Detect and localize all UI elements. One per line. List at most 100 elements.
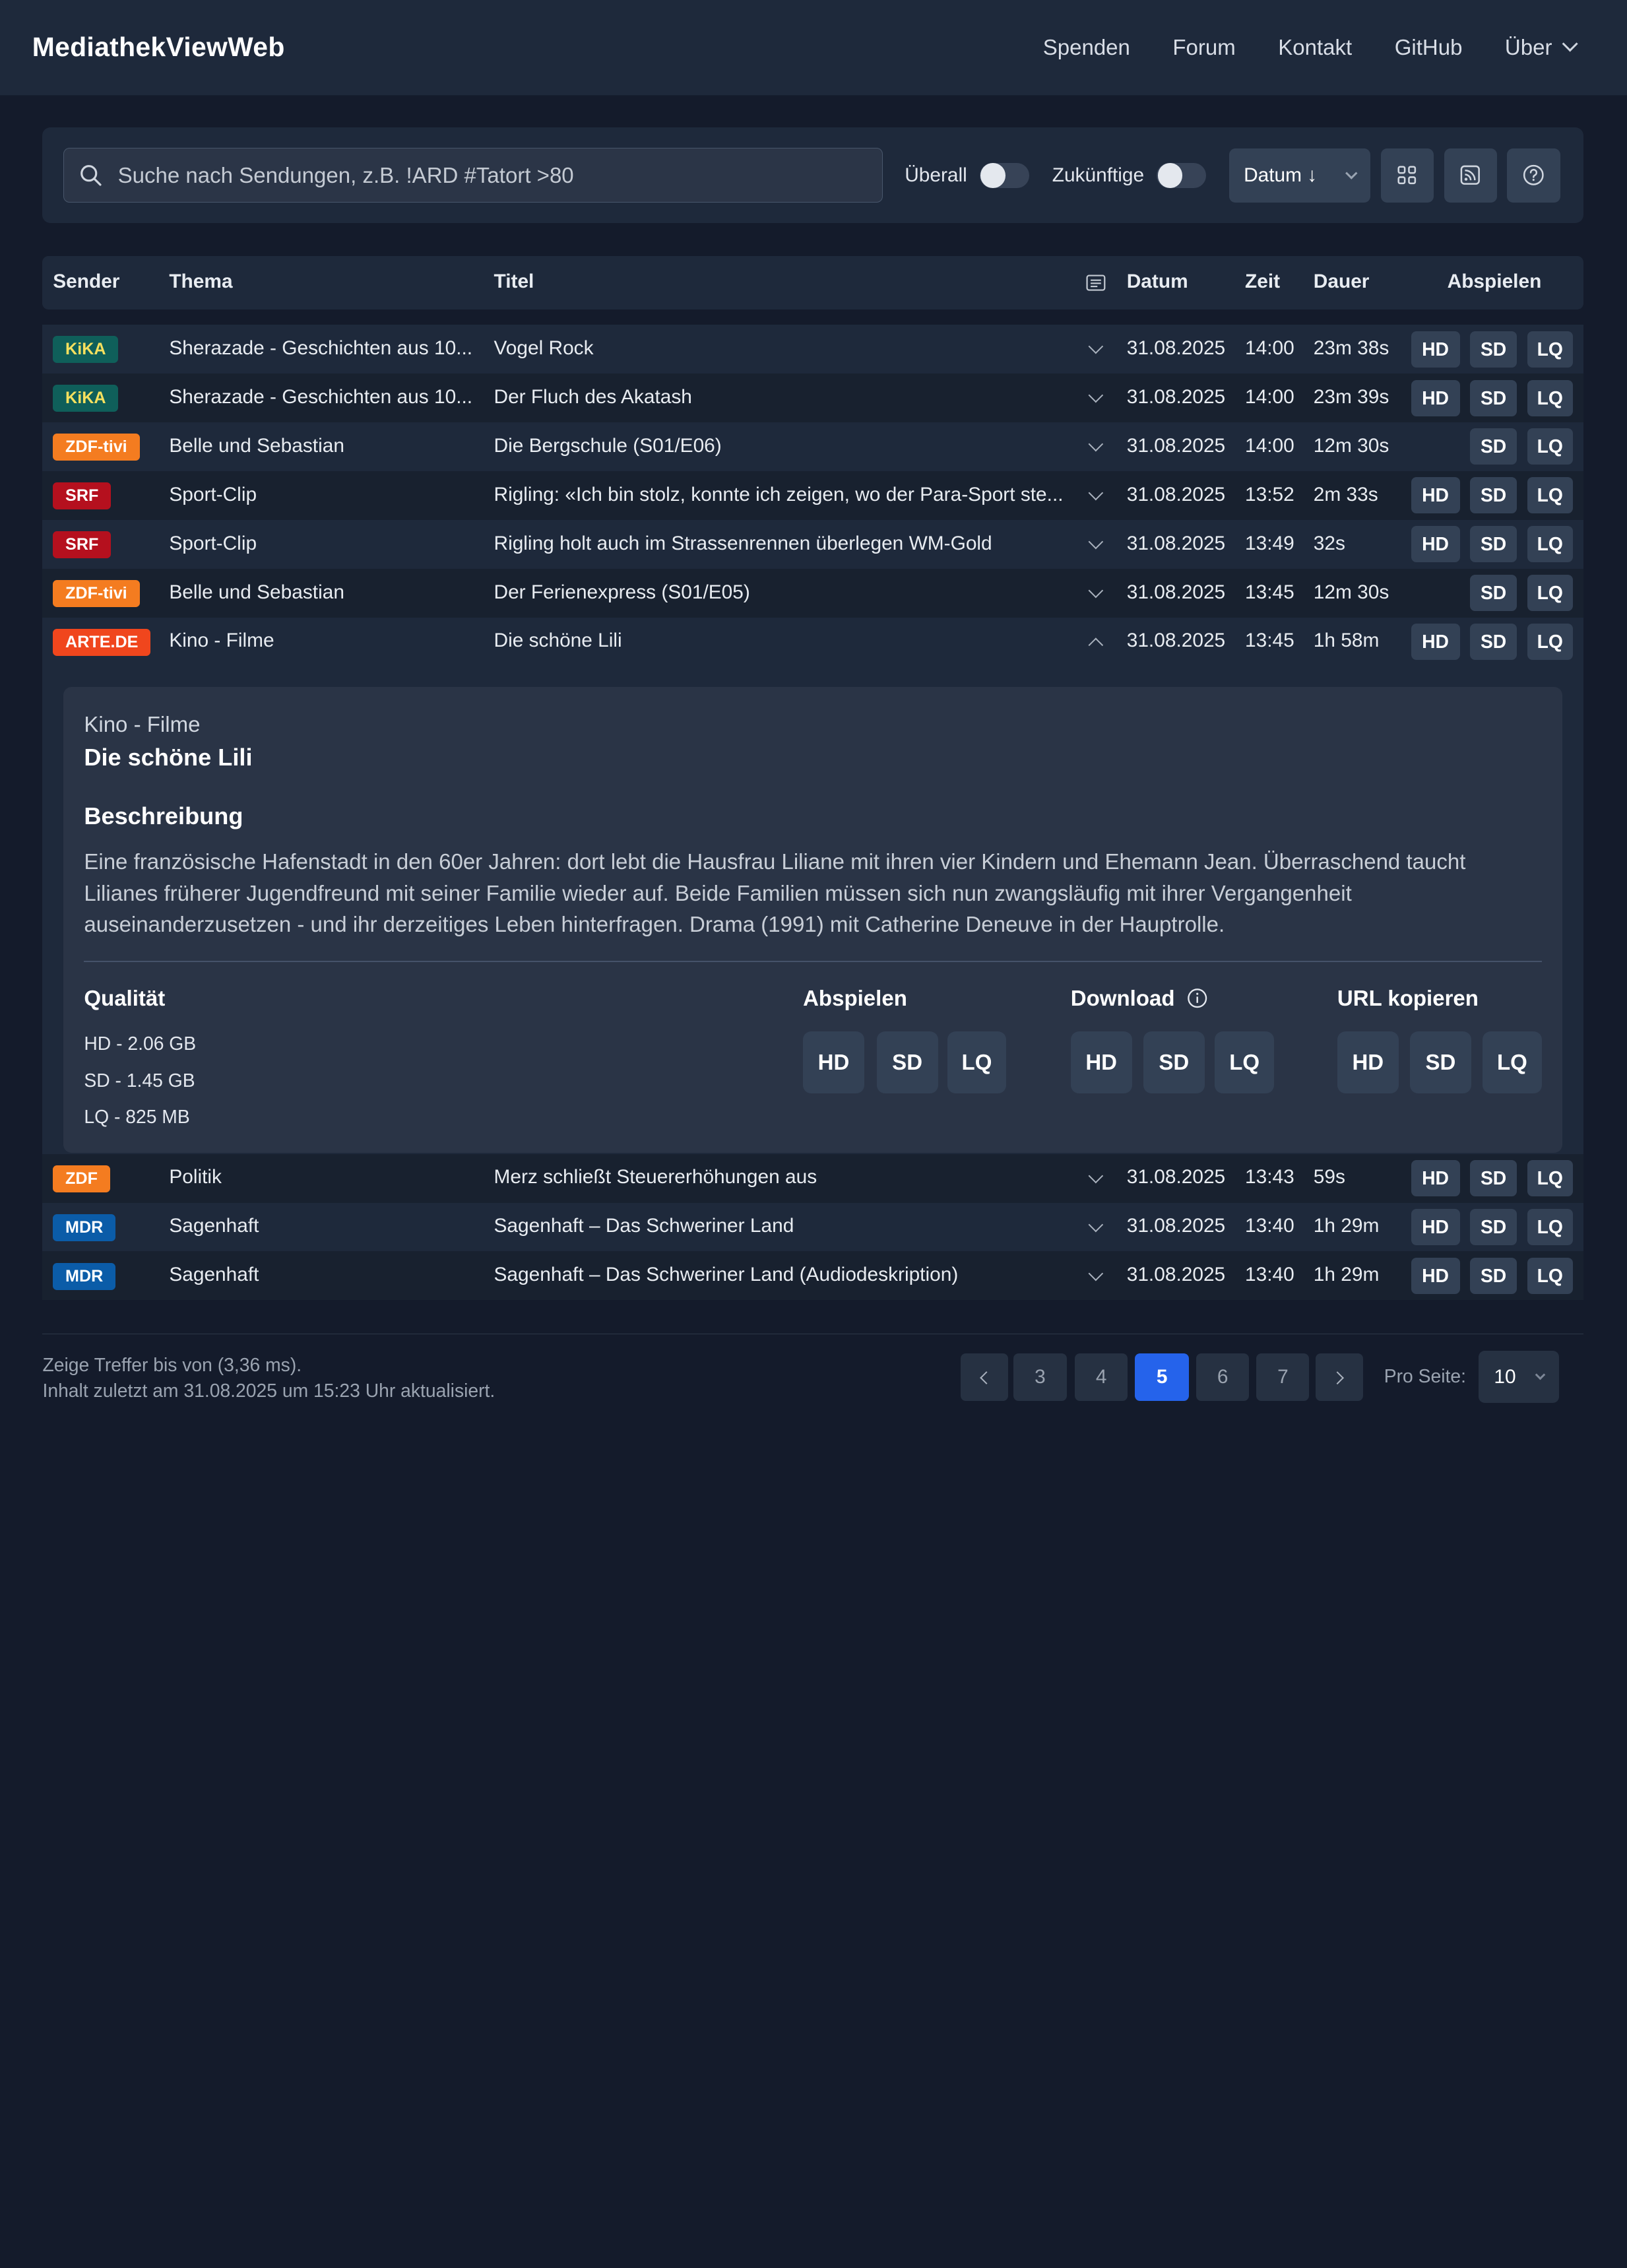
play-sd-button[interactable]: SD <box>1470 624 1517 661</box>
play-sd-button[interactable]: SD <box>1470 428 1517 465</box>
col-header-datum[interactable]: Datum <box>1127 271 1188 293</box>
info-icon[interactable] <box>1187 988 1207 1008</box>
table-row[interactable]: ARTE.DE Kino - Filme Die schöne Lili 31.08.… <box>42 617 1583 666</box>
pagination-page-6[interactable]: 6 <box>1196 1353 1250 1401</box>
table-row[interactable]: SRF Sport-Clip Rigling holt auch im Strass… <box>42 519 1583 569</box>
pagination-page-3[interactable]: 3 <box>1013 1353 1067 1401</box>
col-header-dauer[interactable]: Dauer <box>1314 271 1370 293</box>
nav-link-github[interactable]: GitHub <box>1395 35 1463 60</box>
play-hd-button[interactable]: HD <box>1411 624 1460 661</box>
play-hd-button[interactable]: HD <box>1411 331 1460 368</box>
col-header-sender[interactable]: Sender <box>53 271 119 293</box>
play-sd-button[interactable]: SD <box>1470 379 1517 416</box>
chevron-down-icon[interactable] <box>1088 1217 1103 1232</box>
download-sd-button[interactable]: SD <box>1143 1031 1205 1094</box>
copy-lq-button[interactable]: LQ <box>1483 1031 1542 1094</box>
play-hd-button[interactable]: HD <box>1411 1257 1460 1294</box>
chevron-down-icon[interactable] <box>1088 534 1103 549</box>
play-lq-button[interactable]: LQ <box>1527 1257 1573 1294</box>
play-lq-button[interactable]: LQ <box>1527 526 1573 563</box>
sort-dropdown[interactable]: Datum ↓ <box>1229 148 1370 203</box>
col-header-thema[interactable]: Thema <box>169 271 232 293</box>
cell-titel[interactable]: Der Fluch des Akatash <box>494 386 692 408</box>
play-sd-button[interactable]: SD <box>1470 526 1517 563</box>
table-row[interactable]: ZDF Politik Merz schließt Steuererhöhungen… <box>42 1153 1583 1203</box>
play-hd-button[interactable]: HD <box>1411 1208 1460 1245</box>
table-row[interactable]: MDR Sagenhaft Sagenhaft – Das Schweriner L… <box>42 1202 1583 1252</box>
download-hd-button[interactable]: HD <box>1070 1031 1132 1094</box>
copy-hd-button[interactable]: HD <box>1337 1031 1399 1094</box>
chevron-down-icon[interactable] <box>1088 436 1103 452</box>
table-row[interactable]: KiKA Sherazade - Geschichten aus 10... Der… <box>42 373 1583 422</box>
cell-titel[interactable]: Merz schließt Steuererhöhungen aus <box>494 1166 817 1188</box>
toggle-everywhere-switch[interactable] <box>979 162 1030 188</box>
nav-dropdown-ueber[interactable]: Über <box>1505 35 1579 60</box>
play-lq-button[interactable]: LQ <box>1527 575 1573 612</box>
play-sd-button[interactable]: SD <box>876 1031 938 1094</box>
play-hd-button[interactable]: HD <box>1411 477 1460 514</box>
cell-titel[interactable]: Vogel Rock <box>494 337 594 360</box>
play-sd-button[interactable]: SD <box>1470 1160 1517 1197</box>
cell-titel[interactable]: Sagenhaft – Das Schweriner Land (Audiode… <box>494 1264 959 1286</box>
chevron-up-icon[interactable] <box>1088 637 1103 653</box>
play-sd-button[interactable]: SD <box>1470 477 1517 514</box>
cell-titel[interactable]: Die schöne Lili <box>494 630 622 652</box>
rss-feed-button[interactable] <box>1444 148 1497 203</box>
play-lq-button[interactable]: LQ <box>1527 624 1573 661</box>
per-page-select[interactable]: 10 <box>1478 1351 1560 1404</box>
chevron-down-icon[interactable] <box>1088 583 1103 598</box>
cell-titel[interactable]: Rigling: «Ich bin stolz, konnte ich zeig… <box>494 484 1064 506</box>
play-sd-button[interactable]: SD <box>1470 1257 1517 1294</box>
play-lq-button[interactable]: LQ <box>1527 428 1573 465</box>
search-input[interactable] <box>117 162 868 188</box>
pagination-page-7[interactable]: 7 <box>1256 1353 1310 1401</box>
chevron-down-icon[interactable] <box>1088 387 1103 403</box>
play-lq-button[interactable]: LQ <box>1527 477 1573 514</box>
chevron-down-icon[interactable] <box>1088 485 1103 501</box>
play-lq-button[interactable]: LQ <box>1527 379 1573 416</box>
play-lq-button[interactable]: LQ <box>947 1031 1007 1094</box>
col-header-zeit[interactable]: Zeit <box>1245 271 1280 293</box>
help-icon <box>1523 165 1544 186</box>
grid-view-button[interactable] <box>1380 148 1434 203</box>
nav-link-forum[interactable]: Forum <box>1172 35 1235 60</box>
toggle-future-switch[interactable] <box>1157 162 1207 188</box>
play-hd-button[interactable]: HD <box>803 1031 864 1094</box>
play-hd-button[interactable]: HD <box>1411 379 1460 416</box>
table-row[interactable]: MDR Sagenhaft Sagenhaft – Das Schweriner L… <box>42 1251 1583 1301</box>
table-row[interactable]: ZDF-tivi Belle und Sebastian Der Ferienexp… <box>42 568 1583 618</box>
table-row[interactable]: ZDF-tivi Belle und Sebastian Die Bergschul… <box>42 422 1583 471</box>
chevron-down-icon[interactable] <box>1088 1266 1103 1281</box>
help-button[interactable] <box>1507 148 1560 203</box>
pagination-next-button[interactable] <box>1315 1353 1364 1401</box>
cell-titel[interactable]: Rigling holt auch im Strassenrennen über… <box>494 533 992 555</box>
toggle-everywhere-group: Überall <box>905 162 1030 188</box>
pagination-page-5-active[interactable]: 5 <box>1135 1353 1190 1401</box>
play-hd-button[interactable]: HD <box>1411 1160 1460 1197</box>
pagination-page-4[interactable]: 4 <box>1075 1353 1128 1401</box>
play-lq-button[interactable]: LQ <box>1527 1208 1573 1245</box>
cell-titel[interactable]: Der Ferienexpress (S01/E05) <box>494 581 750 604</box>
play-hd-button[interactable]: HD <box>1411 526 1460 563</box>
play-sd-button[interactable]: SD <box>1470 575 1517 612</box>
play-lq-button[interactable]: LQ <box>1527 1160 1573 1197</box>
brand-logo[interactable]: MediathekViewWeb <box>32 32 285 63</box>
chevron-left-icon <box>980 1371 994 1385</box>
play-sd-button[interactable]: SD <box>1470 1208 1517 1245</box>
nav-link-spenden[interactable]: Spenden <box>1043 35 1130 60</box>
table-row[interactable]: SRF Sport-Clip Rigling: «Ich bin stolz, ko… <box>42 470 1583 520</box>
play-lq-button[interactable]: LQ <box>1527 331 1573 368</box>
cell-titel[interactable]: Sagenhaft – Das Schweriner Land <box>494 1215 794 1237</box>
cell-titel[interactable]: Die Bergschule (S01/E06) <box>494 435 722 457</box>
pagination-prev-button[interactable] <box>961 1353 1009 1401</box>
chevron-down-icon[interactable] <box>1088 339 1103 354</box>
copy-sd-button[interactable]: SD <box>1410 1031 1471 1094</box>
nav-link-kontakt[interactable]: Kontakt <box>1278 35 1352 60</box>
play-sd-button[interactable]: SD <box>1470 331 1517 368</box>
chevron-down-icon <box>1345 167 1358 179</box>
col-header-titel[interactable]: Titel <box>494 271 534 293</box>
table-row[interactable]: KiKA Sherazade - Geschichten aus 10... Vog… <box>42 325 1583 374</box>
download-lq-button[interactable]: LQ <box>1215 1031 1274 1094</box>
chevron-down-icon[interactable] <box>1088 1168 1103 1183</box>
search-box[interactable] <box>63 148 883 203</box>
